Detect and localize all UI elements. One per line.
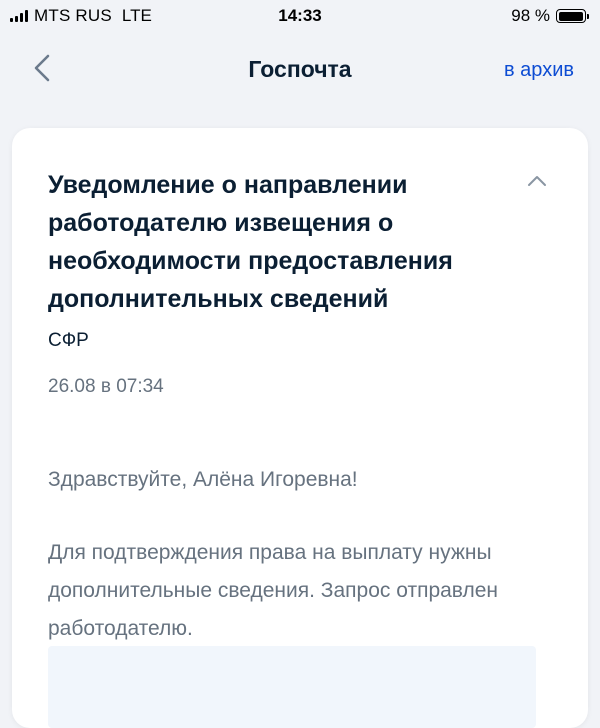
message-greeting: Здравствуйте, Алёна Игоревна! <box>48 468 358 491</box>
message-card: Уведомление о направлении работодателю и… <box>12 128 588 728</box>
message-body: Для подтверждения права на выплату нужны… <box>48 541 499 640</box>
chevron-left-icon <box>34 54 50 82</box>
chevron-up-icon <box>528 176 546 186</box>
battery-level <box>558 11 583 21</box>
info-block <box>48 646 536 728</box>
battery-icon <box>556 9 589 23</box>
status-bar: MTS RUS LTE 14:33 98 % <box>0 0 600 36</box>
status-right: 98 % <box>511 6 589 26</box>
collapse-button[interactable] <box>524 168 550 194</box>
status-time: 14:33 <box>278 6 322 25</box>
archive-button[interactable]: в архив <box>504 59 574 82</box>
battery-percent: 98 % <box>511 6 550 25</box>
message-date: 26.08 в 07:34 <box>48 376 164 397</box>
message-title: Уведомление о направлении работодателю и… <box>48 171 453 313</box>
message-sender: СФР <box>48 330 89 351</box>
back-button[interactable] <box>28 50 56 86</box>
navigation-bar: Госпочта в архив <box>0 36 600 100</box>
